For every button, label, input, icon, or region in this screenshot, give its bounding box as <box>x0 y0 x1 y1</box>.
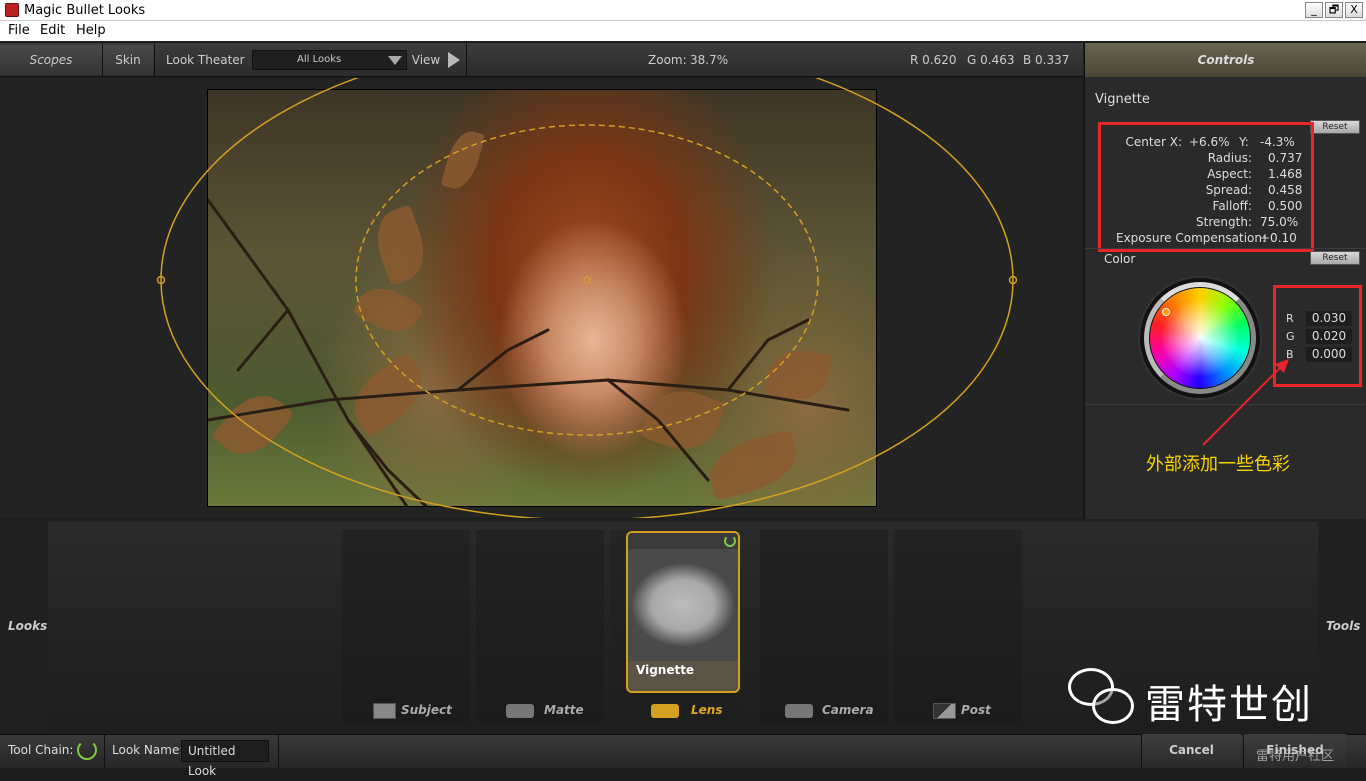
menu-bar: File Edit Help <box>0 21 1366 41</box>
vignette-inner-ellipse <box>355 124 819 436</box>
vignette-outer-ellipse <box>160 78 1014 518</box>
stage-post[interactable] <box>894 530 1022 722</box>
look-name-label: Look Name: <box>112 743 184 757</box>
tools-drawer-label[interactable]: Tools <box>1326 619 1360 633</box>
menu-file[interactable]: File <box>8 23 30 38</box>
subject-icon <box>373 703 396 719</box>
annotation-text: 外部添加一些色彩 <box>1146 454 1290 475</box>
annotation-arrow <box>1202 359 1289 446</box>
watermark-brand: 雷特世创 <box>1145 682 1313 728</box>
stage-camera-label: Camera <box>822 703 874 717</box>
stage-subject[interactable] <box>342 530 470 722</box>
stage-subject-label: Subject <box>401 703 452 717</box>
color-reset-button[interactable]: Reset <box>1310 251 1360 265</box>
lens-camera-icon <box>651 704 679 718</box>
stage-post-label: Post <box>961 703 991 717</box>
maximize-button[interactable]: 🗗 <box>1325 2 1343 18</box>
chevron-down-icon <box>388 56 402 65</box>
zoom-label: Zoom: <box>648 53 687 67</box>
look-theater-label: Look Theater <box>166 53 245 67</box>
readout-r: R 0.620 <box>910 53 957 67</box>
skin-button[interactable]: Skin <box>103 45 153 75</box>
menu-help[interactable]: Help <box>76 23 106 38</box>
tool-chain-label: Tool Chain: <box>8 743 74 757</box>
vignette-card-label: Vignette <box>636 663 695 677</box>
top-toolbar: Scopes Skin Look Theater View Zoom: 38.7… <box>0 43 1083 77</box>
look-filter-dropdown[interactable]: All Looks <box>252 50 407 70</box>
look-name-field[interactable]: Untitled Look <box>181 740 269 778</box>
camera-icon <box>785 704 813 718</box>
power-icon[interactable] <box>724 535 736 547</box>
look-filter-value: All Looks <box>297 54 342 65</box>
wechat-logo-icon <box>1068 668 1136 728</box>
vignette-overlay[interactable] <box>0 78 1083 518</box>
annotation-box-params <box>1098 122 1314 252</box>
scopes-button[interactable]: Scopes <box>0 45 102 75</box>
readout-g: G 0.463 <box>967 53 1015 67</box>
controls-header: Controls <box>1085 43 1366 77</box>
vignette-thumbnail <box>628 549 738 661</box>
app-icon <box>5 3 19 17</box>
vignette-tool-card[interactable]: Vignette <box>626 531 740 693</box>
cancel-button[interactable]: Cancel <box>1141 734 1241 768</box>
view-button[interactable]: View <box>410 45 442 75</box>
window-title: Magic Bullet Looks <box>24 3 146 18</box>
vignette-center-handle <box>583 276 591 284</box>
vignette-reset-button[interactable]: Reset <box>1310 120 1360 134</box>
matte-camera-icon <box>506 704 534 718</box>
close-button[interactable]: X <box>1345 2 1363 18</box>
tool-chain-power-icon[interactable] <box>77 740 97 760</box>
stage-matte-label: Matte <box>544 703 584 717</box>
minimize-button[interactable]: _ <box>1305 2 1323 18</box>
color-label: Color <box>1104 252 1136 266</box>
play-icon[interactable] <box>448 52 460 68</box>
menu-edit[interactable]: Edit <box>40 23 65 38</box>
watermark-sub: 雷特用户社区 <box>1256 749 1335 764</box>
vignette-section-title: Vignette <box>1095 92 1150 107</box>
zoom-value[interactable]: 38.7% <box>690 45 730 75</box>
window-titlebar: Magic Bullet Looks _ 🗗 X <box>0 0 1366 21</box>
image-viewer[interactable] <box>0 78 1083 518</box>
looks-drawer-label[interactable]: Looks <box>8 619 47 633</box>
color-picker-handle[interactable] <box>1162 308 1170 316</box>
stage-matte[interactable] <box>476 530 604 722</box>
stage-camera[interactable] <box>760 530 888 722</box>
readout-b: B 0.337 <box>1023 53 1070 67</box>
stage-lens-label: Lens <box>691 703 723 717</box>
post-icon <box>933 703 956 719</box>
